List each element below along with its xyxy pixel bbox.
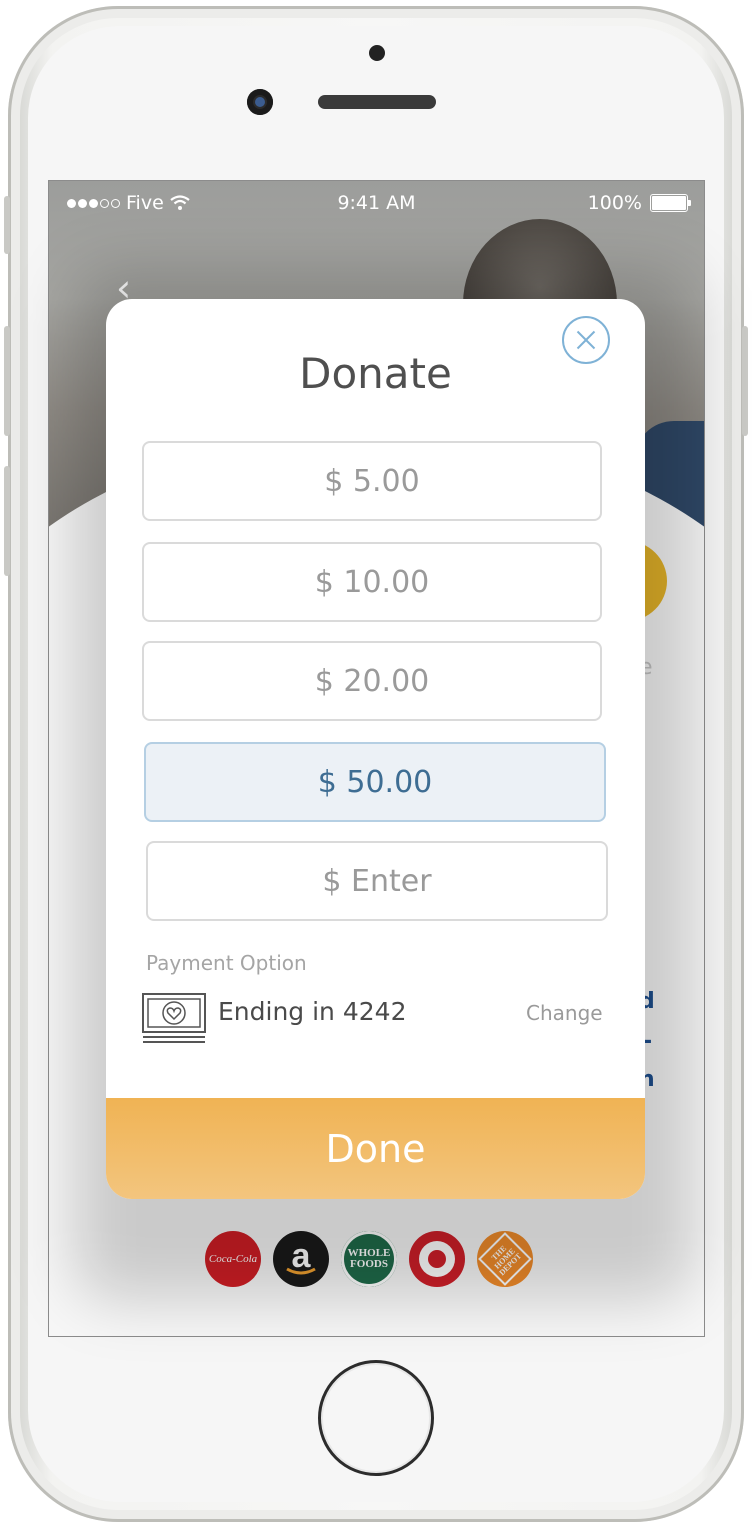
amount-option-5[interactable]: $ 5.00 bbox=[142, 441, 602, 521]
custom-amount-input[interactable]: $ Enter bbox=[146, 841, 608, 921]
status-right: 100% bbox=[587, 192, 691, 214]
volume-down-button bbox=[4, 466, 10, 576]
status-bar: Five 9:41 AM 100% bbox=[49, 181, 704, 225]
change-payment-link[interactable]: Change bbox=[526, 1001, 603, 1025]
front-camera-icon bbox=[247, 89, 273, 115]
card-ending-text: Ending in 4242 bbox=[218, 997, 407, 1026]
volume-up-button bbox=[4, 326, 10, 436]
silent-switch bbox=[4, 196, 10, 254]
card-heart-icon bbox=[142, 993, 206, 1043]
earpiece-speaker bbox=[318, 95, 436, 109]
battery-percent: 100% bbox=[587, 192, 642, 214]
amount-option-20[interactable]: $ 20.00 bbox=[142, 641, 602, 721]
home-button[interactable] bbox=[318, 1360, 434, 1476]
donate-modal: Donate $ 5.00 $ 10.00 $ 20.00 $ 50.00 $ … bbox=[106, 299, 645, 1199]
done-button[interactable]: Done bbox=[106, 1098, 645, 1199]
amount-option-50[interactable]: $ 50.00 bbox=[144, 742, 606, 822]
payment-option-label: Payment Option bbox=[146, 951, 307, 975]
proximity-sensor bbox=[369, 45, 385, 61]
modal-title: Donate bbox=[299, 349, 452, 398]
amount-option-10[interactable]: $ 10.00 bbox=[142, 542, 602, 622]
power-button bbox=[742, 326, 748, 436]
battery-icon bbox=[650, 194, 691, 212]
